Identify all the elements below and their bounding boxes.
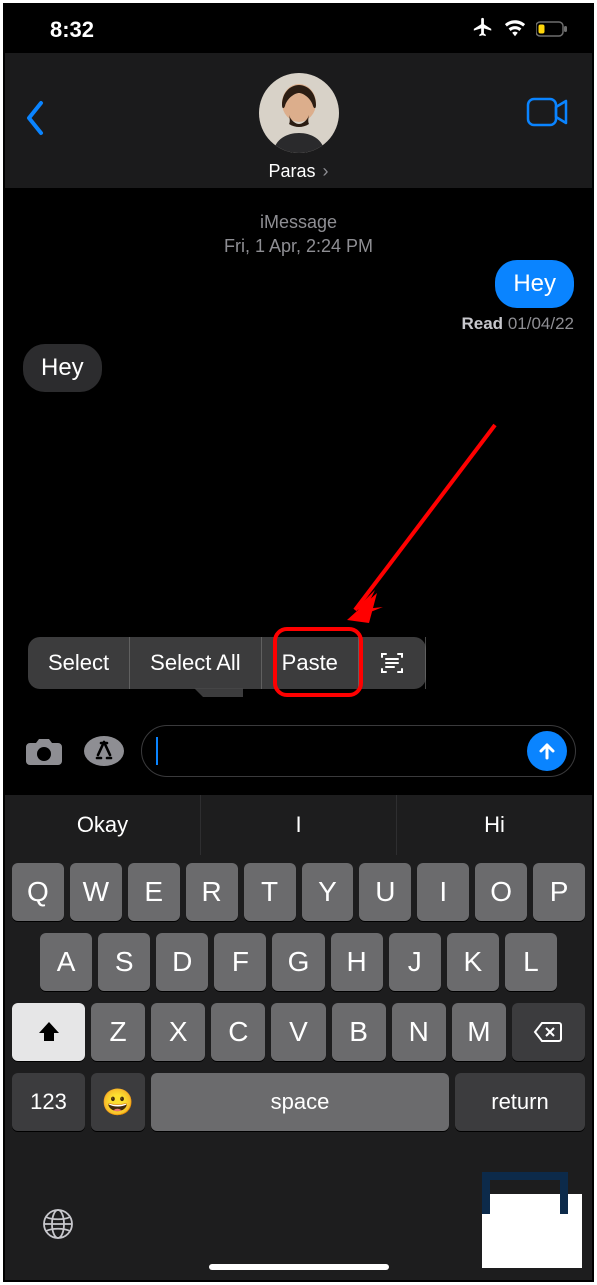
facetime-button[interactable] bbox=[526, 97, 570, 131]
keyboard-row-1: Q W E R T Y U I O P bbox=[10, 863, 587, 921]
read-receipt: Read 01/04/22 bbox=[462, 314, 575, 334]
key-i[interactable]: I bbox=[417, 863, 469, 921]
globe-key[interactable] bbox=[41, 1207, 75, 1246]
backspace-key[interactable] bbox=[512, 1003, 585, 1061]
home-indicator[interactable] bbox=[209, 1264, 389, 1270]
key-s[interactable]: S bbox=[98, 933, 150, 991]
clock: 8:32 bbox=[50, 17, 94, 43]
keyboard-row-4: 123 😀 space return bbox=[10, 1073, 587, 1131]
key-y[interactable]: Y bbox=[302, 863, 354, 921]
incoming-message-bubble[interactable]: Hey bbox=[23, 344, 102, 392]
contact-name: Paras bbox=[268, 161, 315, 181]
key-u[interactable]: U bbox=[359, 863, 411, 921]
key-d[interactable]: D bbox=[156, 933, 208, 991]
key-p[interactable]: P bbox=[533, 863, 585, 921]
quicktype-suggestion-3[interactable]: Hi bbox=[397, 795, 592, 855]
chevron-right-icon: › bbox=[318, 161, 329, 181]
message-input[interactable] bbox=[141, 725, 576, 777]
compose-bar bbox=[5, 705, 592, 797]
key-m[interactable]: M bbox=[452, 1003, 506, 1061]
quicktype-suggestion-2[interactable]: I bbox=[201, 795, 397, 855]
outgoing-message-bubble[interactable]: Hey bbox=[495, 260, 574, 308]
keyboard-row-3: Z X C V B N M bbox=[10, 1003, 587, 1061]
thread-date-label: iMessage Fri, 1 Apr, 2:24 PM bbox=[5, 210, 592, 258]
quicktype-bar: Okay I Hi bbox=[5, 795, 592, 855]
send-button[interactable] bbox=[527, 731, 567, 771]
key-e[interactable]: E bbox=[128, 863, 180, 921]
key-a[interactable]: A bbox=[40, 933, 92, 991]
key-h[interactable]: H bbox=[331, 933, 383, 991]
return-key[interactable]: return bbox=[455, 1073, 585, 1131]
watermark bbox=[482, 1194, 582, 1268]
key-x[interactable]: X bbox=[151, 1003, 205, 1061]
key-w[interactable]: W bbox=[70, 863, 122, 921]
key-f[interactable]: F bbox=[214, 933, 266, 991]
shift-key[interactable] bbox=[12, 1003, 85, 1061]
airplane-mode-icon bbox=[472, 16, 494, 44]
keyboard-row-2: A S D F G H J K L bbox=[10, 933, 587, 991]
key-l[interactable]: L bbox=[505, 933, 557, 991]
wifi-icon bbox=[504, 17, 526, 43]
key-g[interactable]: G bbox=[272, 933, 324, 991]
camera-button[interactable] bbox=[21, 731, 67, 771]
quicktype-suggestion-1[interactable]: Okay bbox=[5, 795, 201, 855]
menu-scan-text[interactable] bbox=[359, 637, 426, 689]
emoji-key[interactable]: 😀 bbox=[91, 1073, 145, 1131]
key-o[interactable]: O bbox=[475, 863, 527, 921]
key-r[interactable]: R bbox=[186, 863, 238, 921]
message-thread[interactable]: iMessage Fri, 1 Apr, 2:24 PM Hey Read 01… bbox=[5, 200, 592, 258]
battery-icon bbox=[536, 17, 568, 43]
key-q[interactable]: Q bbox=[12, 863, 64, 921]
conversation-header: Paras › bbox=[5, 53, 592, 188]
app-store-button[interactable] bbox=[81, 731, 127, 771]
key-j[interactable]: J bbox=[389, 933, 441, 991]
annotation-arrow bbox=[325, 415, 505, 635]
text-edit-menu: Select Select All Paste bbox=[28, 637, 426, 689]
key-c[interactable]: C bbox=[211, 1003, 265, 1061]
contact-name-button[interactable]: Paras › bbox=[5, 161, 592, 182]
key-t[interactable]: T bbox=[244, 863, 296, 921]
key-b[interactable]: B bbox=[332, 1003, 386, 1061]
menu-paste[interactable]: Paste bbox=[262, 637, 359, 689]
menu-select-all[interactable]: Select All bbox=[130, 637, 262, 689]
key-k[interactable]: K bbox=[447, 933, 499, 991]
space-key[interactable]: space bbox=[151, 1073, 449, 1131]
back-button[interactable] bbox=[23, 99, 63, 139]
key-v[interactable]: V bbox=[271, 1003, 325, 1061]
menu-select[interactable]: Select bbox=[28, 637, 130, 689]
keyboard: Q W E R T Y U I O P A S D F G H J K L Z bbox=[5, 855, 592, 1280]
status-bar: 8:32 bbox=[5, 5, 592, 55]
text-cursor bbox=[156, 737, 158, 765]
numbers-key[interactable]: 123 bbox=[12, 1073, 85, 1131]
contact-avatar[interactable] bbox=[259, 73, 339, 153]
key-n[interactable]: N bbox=[392, 1003, 446, 1061]
key-z[interactable]: Z bbox=[91, 1003, 145, 1061]
